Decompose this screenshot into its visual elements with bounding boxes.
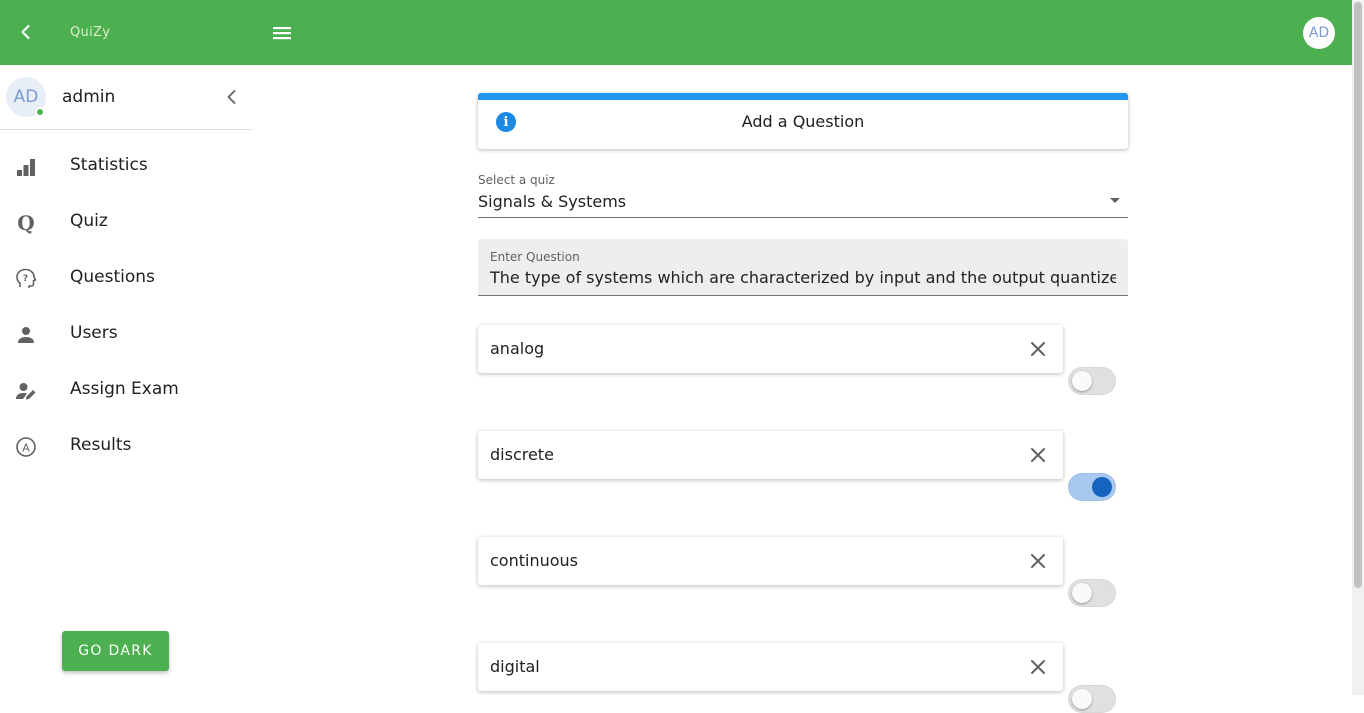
- question-input-label: Enter Question: [490, 250, 580, 264]
- toggle-knob: [1072, 689, 1092, 709]
- main-content: i Add a Question Select a quiz Signals &…: [253, 65, 1352, 713]
- toggle-knob: [1072, 371, 1092, 391]
- correct-answer-toggle[interactable]: [1068, 579, 1116, 607]
- question-head-icon: ?: [16, 268, 37, 288]
- person-icon: [18, 327, 34, 343]
- sidebar: AD admin Statistics Q Quiz ? Questions U…: [0, 65, 253, 695]
- app-bar: QuiZy AD: [0, 0, 1352, 65]
- question-input[interactable]: Enter Question The type of systems which…: [478, 239, 1128, 296]
- sidebar-profile: AD admin: [0, 65, 253, 130]
- sidebar-item-results[interactable]: A Results: [0, 418, 253, 474]
- correct-answer-toggle[interactable]: [1068, 367, 1116, 395]
- page-scrollbar[interactable]: [1352, 0, 1364, 695]
- svg-text:A: A: [22, 442, 30, 455]
- go-dark-button[interactable]: GO DARK: [62, 631, 169, 671]
- chevron-left-icon[interactable]: [16, 22, 36, 42]
- toggle-knob: [1092, 477, 1112, 497]
- close-icon[interactable]: [1027, 550, 1049, 572]
- sidebar-item-statistics[interactable]: Statistics: [0, 138, 253, 194]
- sidebar-item-questions[interactable]: ? Questions: [0, 250, 253, 306]
- sidebar-item-users[interactable]: Users: [0, 306, 253, 362]
- svg-text:?: ?: [23, 274, 28, 284]
- close-icon[interactable]: [1027, 338, 1049, 360]
- sidebar-item-label: Results: [70, 435, 132, 455]
- close-icon[interactable]: [1027, 444, 1049, 466]
- quiz-select-value: Signals & Systems: [478, 192, 627, 211]
- correct-answer-toggle[interactable]: [1068, 685, 1116, 713]
- svg-text:Q: Q: [17, 211, 34, 235]
- app-brand: QuiZy: [70, 25, 111, 40]
- option-text[interactable]: digital: [490, 657, 540, 676]
- sidebar-item-label: Statistics: [70, 155, 148, 175]
- online-status-dot: [35, 107, 45, 117]
- option-text[interactable]: discrete: [490, 445, 554, 464]
- option-text[interactable]: continuous: [490, 551, 578, 570]
- correct-answer-toggle[interactable]: [1068, 473, 1116, 501]
- toggle-knob: [1072, 583, 1092, 603]
- person-edit-icon: [16, 383, 36, 400]
- add-question-header: i Add a Question: [478, 93, 1128, 149]
- sidebar-item-quiz[interactable]: Q Quiz: [0, 194, 253, 250]
- option-field[interactable]: continuous: [478, 537, 1063, 585]
- close-icon[interactable]: [1027, 656, 1049, 678]
- bar-chart-icon: [17, 159, 35, 176]
- quiz-select[interactable]: Select a quiz Signals & Systems: [478, 172, 1128, 218]
- sidebar-item-assign-exam[interactable]: Assign Exam: [0, 362, 253, 418]
- username: admin: [62, 87, 116, 107]
- collapse-sidebar-icon[interactable]: [222, 87, 242, 107]
- page-title: Add a Question: [741, 112, 865, 131]
- sidebar-item-label: Assign Exam: [70, 379, 179, 399]
- quiz-select-label: Select a quiz: [478, 173, 555, 187]
- question-input-value[interactable]: The type of systems which are characteri…: [490, 268, 1116, 287]
- option-field[interactable]: analog: [478, 325, 1063, 373]
- quiz-q-icon: Q: [17, 211, 34, 235]
- option-text[interactable]: analog: [490, 339, 544, 358]
- dropdown-arrow-icon[interactable]: [1110, 198, 1120, 203]
- sidebar-item-label: Questions: [70, 267, 155, 287]
- user-avatar-top[interactable]: AD: [1303, 17, 1335, 49]
- option-field[interactable]: digital: [478, 643, 1063, 691]
- scrollbar-thumb[interactable]: [1354, 2, 1362, 588]
- results-circle-icon: A: [16, 437, 36, 457]
- sidebar-item-label: Quiz: [70, 211, 108, 231]
- option-field[interactable]: discrete: [478, 431, 1063, 479]
- sidebar-item-label: Users: [70, 323, 118, 343]
- hamburger-menu-icon[interactable]: [270, 22, 294, 44]
